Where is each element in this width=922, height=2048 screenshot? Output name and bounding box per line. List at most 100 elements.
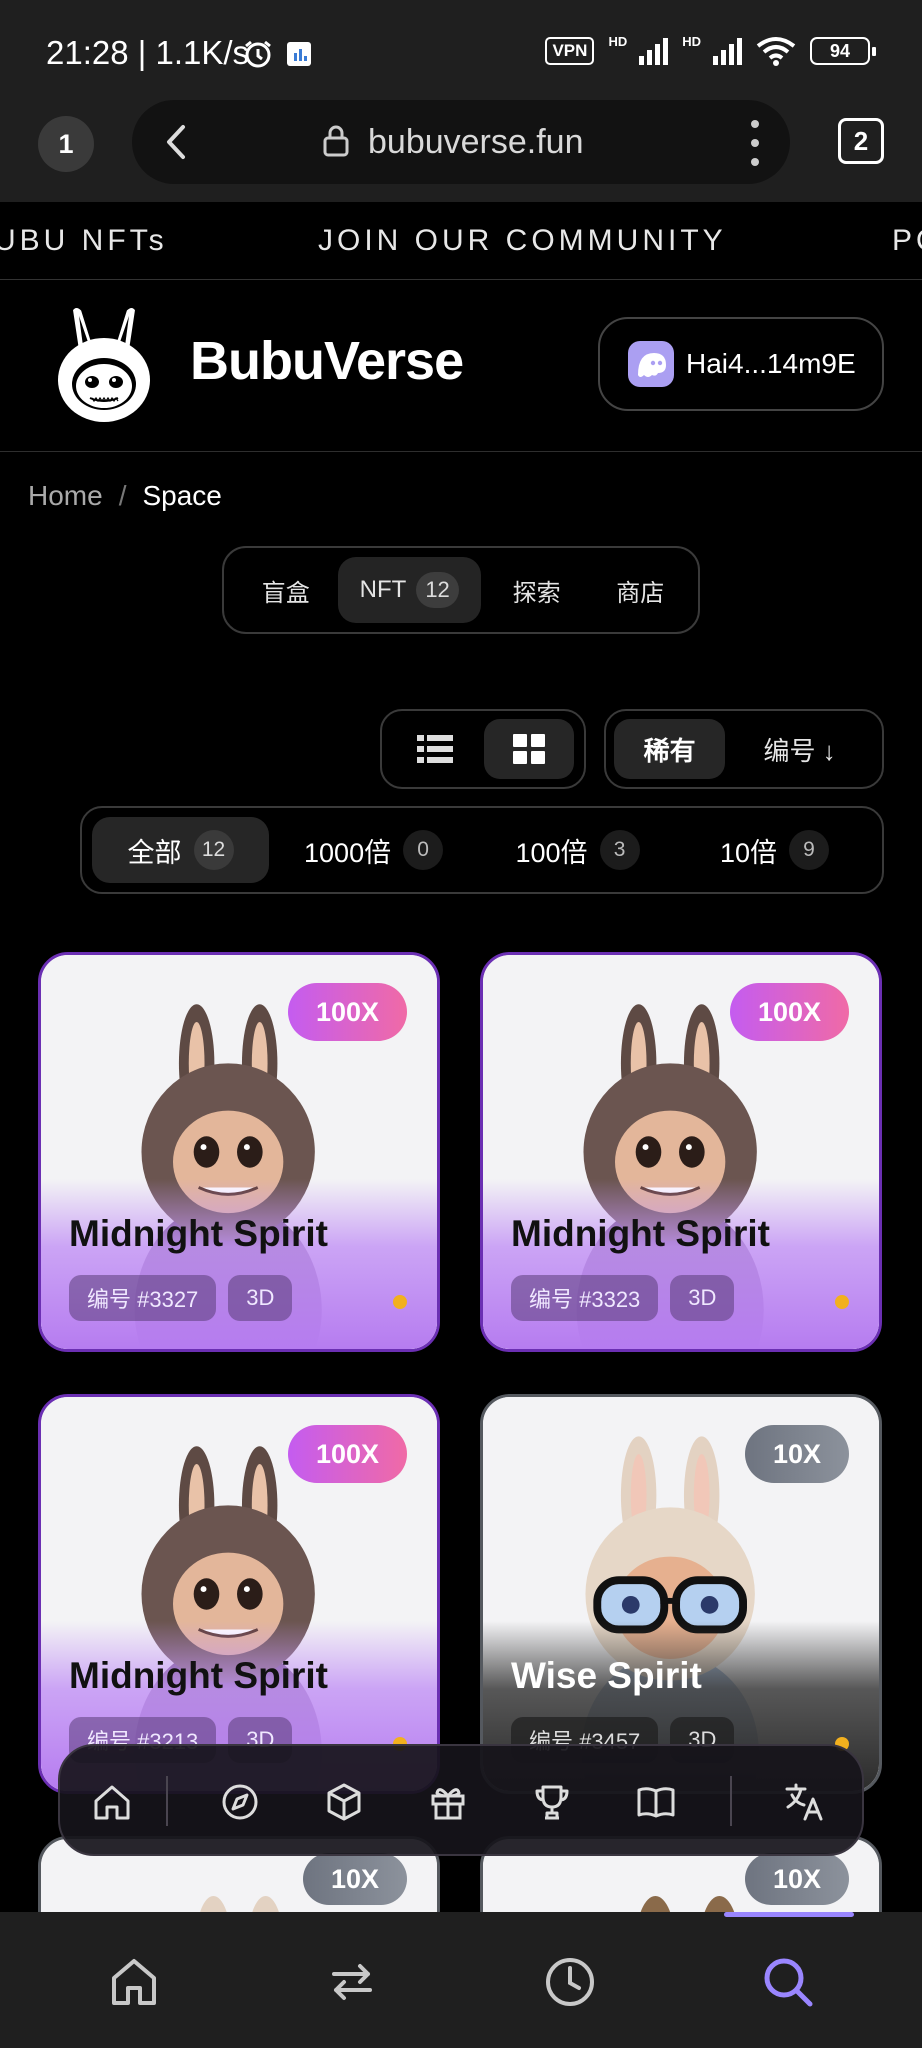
nft-title: Midnight Spirit <box>69 1655 328 1696</box>
filter-label: 全部 <box>127 837 182 868</box>
signal-icon <box>713 37 742 65</box>
filter-100x[interactable]: 100倍 3 <box>478 817 677 883</box>
floating-dock <box>58 1744 864 1856</box>
book-icon[interactable] <box>634 1780 678 1824</box>
filter-label: 10倍 <box>719 837 778 868</box>
nft-number-tag: 编号 #3323 <box>511 1275 659 1321</box>
nft-number-tag: 编号 #3327 <box>69 1275 217 1321</box>
tab-label: 盲盒 <box>261 579 310 607</box>
tab-shop[interactable]: 商店 <box>592 557 688 623</box>
tabs-count-button[interactable]: 2 <box>838 118 884 164</box>
breadcrumb-home[interactable]: Home <box>28 480 103 512</box>
signal-icon <box>639 37 669 65</box>
home-icon[interactable] <box>90 1780 134 1824</box>
filter-count-badge: 0 <box>403 830 444 870</box>
filter-10x[interactable]: 10倍 9 <box>677 817 872 883</box>
gift-icon[interactable] <box>426 1780 470 1824</box>
multiplier-badge: 10X <box>302 1853 407 1905</box>
grid-icon <box>513 734 545 764</box>
multiplier-badge: 100X <box>287 983 407 1041</box>
dock-divider <box>730 1776 732 1826</box>
card-gradient <box>41 1179 437 1349</box>
battery-level: 94 <box>829 40 851 61</box>
active-tab-indicator <box>724 1912 854 1917</box>
marquee-item[interactable]: UBU NFTs <box>0 224 168 258</box>
back-chevron-icon[interactable] <box>156 118 196 166</box>
tab-label: NFT <box>359 576 407 603</box>
space-tabs: 盲盒 NFT 12 探索 商店 <box>222 546 700 634</box>
status-bar: 21:28 | 1.1K/s VPN HD HD 94 <box>0 0 922 100</box>
clock-icon[interactable] <box>540 1952 600 2012</box>
marquee-item[interactable]: JOIN OUR COMMUNITY <box>318 224 727 258</box>
url-text[interactable]: bubuverse.fun <box>368 123 584 162</box>
battery-icon: 94 <box>810 37 876 65</box>
browser-bottom-nav <box>0 1912 922 2048</box>
site-header: BubuVerse Hai4...14m9E <box>0 280 922 452</box>
filter-count-badge: 3 <box>599 830 640 870</box>
tab-label: 探索 <box>512 579 561 607</box>
breadcrumb-current: Space <box>142 480 222 511</box>
bubu-logo-icon[interactable] <box>50 302 158 426</box>
browser-toolbar: 1 bubuverse.fun 2 <box>0 100 922 202</box>
filter-1000x[interactable]: 1000倍 0 <box>269 817 478 883</box>
nft-tags: 编号 #3327 3D <box>69 1275 293 1321</box>
rarity-dot <box>393 1295 407 1309</box>
more-menu-icon[interactable] <box>750 120 760 166</box>
search-icon[interactable] <box>758 1952 818 2012</box>
vpn-icon: VPN <box>545 37 595 65</box>
filter-count-badge: 12 <box>193 830 234 870</box>
announcement-marquee: UBU NFTs JOIN OUR COMMUNITY PO <box>0 202 922 280</box>
phantom-wallet-icon <box>628 341 674 387</box>
status-time: 21:28 | 1.1K/s <box>46 34 250 71</box>
sort-by-rarity-button[interactable]: 稀有 <box>614 719 726 779</box>
list-icon <box>417 735 453 763</box>
nft-tags: 编号 #3323 3D <box>511 1275 735 1321</box>
alarm-icon <box>245 40 271 68</box>
home-icon[interactable] <box>104 1952 164 2012</box>
wallet-button[interactable]: Hai4...14m9E <box>598 317 884 411</box>
wifi-icon <box>756 37 796 66</box>
grid-view-button[interactable] <box>484 719 574 779</box>
hd-label: HD <box>608 33 628 49</box>
status-left-icons <box>242 38 312 70</box>
translate-icon[interactable] <box>782 1780 826 1824</box>
tab-blind-box[interactable]: 盲盒 <box>234 557 338 623</box>
status-right-icons: VPN HD HD 94 <box>545 33 876 66</box>
multiplier-badge: 100X <box>729 983 849 1041</box>
card-gradient <box>483 1179 879 1349</box>
view-toggle <box>380 709 586 789</box>
nft-title: Midnight Spirit <box>511 1213 770 1254</box>
filter-label: 100倍 <box>515 837 588 868</box>
filter-all[interactable]: 全部 12 <box>92 817 270 883</box>
multiplier-filters: 全部 12 1000倍 0 100倍 3 10倍 9 <box>80 806 884 894</box>
address-bar[interactable]: bubuverse.fun <box>132 100 790 184</box>
nft-card[interactable]: 100X Midnight Spirit 编号 #3327 3D <box>38 952 440 1352</box>
nft-title: Midnight Spirit <box>69 1213 328 1254</box>
tab-explore[interactable]: 探索 <box>481 557 593 623</box>
multiplier-badge: 10X <box>744 1425 849 1483</box>
wallet-address: Hai4...14m9E <box>686 348 856 379</box>
dock-divider <box>166 1776 168 1826</box>
cube-icon[interactable] <box>322 1780 366 1824</box>
marquee-item[interactable]: PO <box>892 224 922 258</box>
swap-icon[interactable] <box>322 1952 382 2012</box>
trophy-icon[interactable] <box>530 1780 574 1824</box>
nft-card[interactable]: 10X Wise Spirit 编号 #3457 3D <box>480 1394 882 1794</box>
sort-by-number-button[interactable]: 编号 ↓ <box>725 719 874 779</box>
nft-type-tag: 3D <box>670 1275 735 1321</box>
app-notification-icon <box>287 42 311 66</box>
compass-icon[interactable] <box>218 1780 262 1824</box>
hd-label: HD <box>682 33 701 49</box>
brand-name[interactable]: BubuVerse <box>190 330 464 392</box>
list-view-button[interactable] <box>390 719 480 779</box>
multiplier-badge: 100X <box>287 1425 407 1483</box>
sort-control: 稀有 编号 ↓ <box>604 709 884 789</box>
tab-nft[interactable]: NFT 12 <box>337 557 481 623</box>
nft-card[interactable]: 100X Midnight Spirit 编号 #3323 3D <box>480 952 882 1352</box>
nft-type-tag: 3D <box>228 1275 293 1321</box>
multiplier-badge: 10X <box>744 1853 849 1905</box>
tab-switcher-left[interactable]: 1 <box>38 116 94 172</box>
rarity-dot <box>835 1295 849 1309</box>
nft-card[interactable]: 100X Midnight Spirit 编号 #3213 3D <box>38 1394 440 1794</box>
breadcrumb: Home / Space <box>28 480 222 512</box>
